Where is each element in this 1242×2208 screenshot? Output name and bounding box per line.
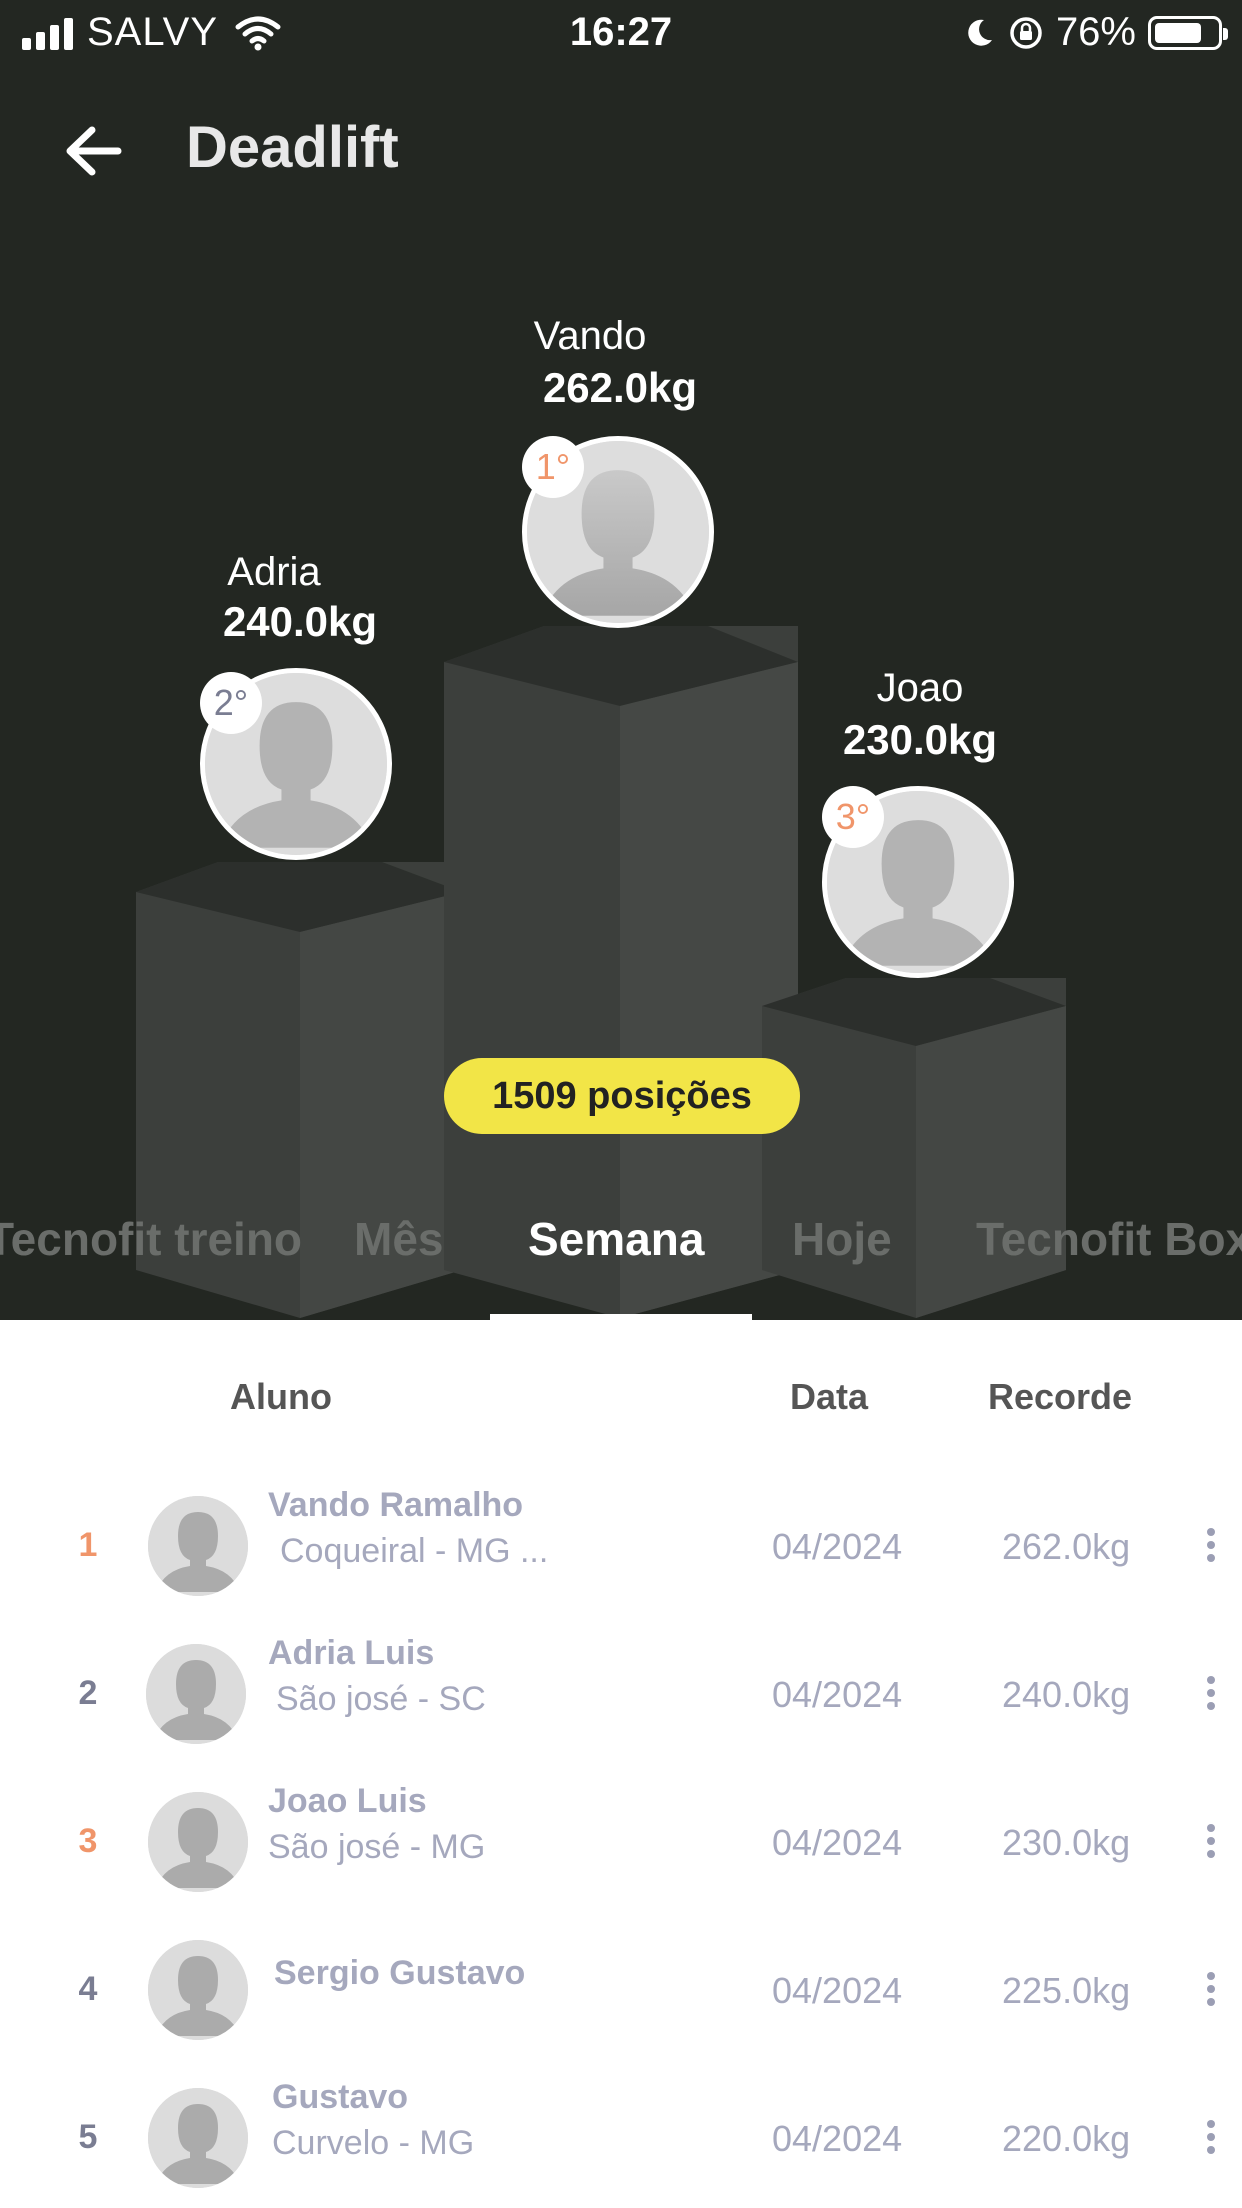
ranking-table-header: Aluno Data Recorde [0, 1360, 1242, 1430]
record-weight: 225.0kg [1002, 1970, 1131, 2011]
rank-badge-third: 3° [822, 786, 884, 848]
record-weight: 240.0kg [1002, 1674, 1131, 1715]
student-name: Sergio Gustavo [274, 1954, 526, 1992]
third-place-weight: 230.0kg [842, 716, 998, 763]
student-location: Curvelo - MG [272, 2124, 475, 2162]
record-date: 04/2024 [772, 1822, 903, 1863]
first-place-weight: 262.0kg [542, 364, 698, 411]
row-rank: 4 [78, 1970, 98, 2008]
tab-month[interactable]: Mês [354, 1212, 443, 1266]
second-place-weight: 240.0kg [222, 598, 378, 645]
table-row[interactable]: 2 Adria Luis São josé - SC 04/2024 240.0… [0, 1634, 1242, 1764]
podium-section: SALVY 16:27 76% Deadlift Vando 262.0kg 1… [0, 0, 1242, 1320]
record-weight: 230.0kg [1002, 1822, 1131, 1863]
table-row[interactable]: 4 Sergio Gustavo 04/2024 225.0kg [0, 1930, 1242, 2060]
avatar [148, 1792, 248, 1892]
table-row[interactable]: 3 Joao Luis São josé - MG 04/2024 230.0k… [0, 1782, 1242, 1912]
row-rank: 1 [78, 1526, 98, 1564]
student-name: Vando Ramalho [268, 1486, 524, 1524]
tab-week[interactable]: Semana [528, 1212, 704, 1266]
more-options-icon[interactable] [1196, 1524, 1226, 1574]
record-date: 04/2024 [772, 2118, 903, 2159]
person-icon [148, 1940, 248, 2040]
column-header-student: Aluno [230, 1376, 332, 1417]
period-tabs: Tecnofit treino Mês Semana Hoje Tecnofit… [0, 1200, 1242, 1320]
tab-tecnofit-treino[interactable]: Tecnofit treino [0, 1212, 302, 1266]
more-options-icon[interactable] [1196, 2116, 1226, 2166]
positions-count-badge: 1509 posições [444, 1058, 800, 1134]
record-date: 04/2024 [772, 1674, 903, 1715]
student-name: Gustavo [272, 2078, 409, 2116]
more-options-icon[interactable] [1196, 1968, 1226, 2018]
active-tab-indicator [490, 1314, 752, 1320]
person-icon [146, 1644, 246, 1744]
person-icon [148, 2088, 248, 2188]
tab-today[interactable]: Hoje [792, 1212, 892, 1266]
tab-tecnofit-box[interactable]: Tecnofit Box [976, 1212, 1242, 1266]
row-rank: 3 [78, 1822, 98, 1860]
student-location: Coqueiral - MG ... [280, 1532, 549, 1570]
record-date: 04/2024 [772, 1970, 903, 2011]
table-row[interactable]: 5 Gustavo Curvelo - MG 04/2024 220.0kg [0, 2078, 1242, 2208]
avatar [148, 2088, 248, 2188]
avatar [148, 1940, 248, 2040]
record-date: 04/2024 [772, 1526, 903, 1567]
record-weight: 220.0kg [1002, 2118, 1131, 2159]
more-options-icon[interactable] [1196, 1672, 1226, 1722]
avatar [148, 1496, 248, 1596]
table-row[interactable]: 1 Vando Ramalho Coqueiral - MG ... 04/20… [0, 1486, 1242, 1616]
student-location: São josé - MG [268, 1828, 486, 1866]
avatar [146, 1644, 246, 1744]
column-header-record: Recorde [988, 1376, 1133, 1417]
student-location: São josé - SC [276, 1680, 486, 1718]
rank-badge-second: 2° [200, 672, 262, 734]
rank-badge-first: 1° [522, 436, 584, 498]
first-place-name: Vando [533, 314, 647, 358]
row-rank: 2 [78, 1674, 98, 1712]
person-icon [148, 1496, 248, 1596]
student-name: Joao Luis [268, 1782, 427, 1820]
record-weight: 262.0kg [1002, 1526, 1131, 1567]
student-name: Adria Luis [268, 1634, 435, 1672]
third-place-name: Joao [876, 666, 964, 710]
second-place-name: Adria [227, 550, 321, 594]
column-header-date: Data [790, 1376, 869, 1417]
person-icon [148, 1792, 248, 1892]
more-options-icon[interactable] [1196, 1820, 1226, 1870]
row-rank: 5 [78, 2118, 98, 2156]
